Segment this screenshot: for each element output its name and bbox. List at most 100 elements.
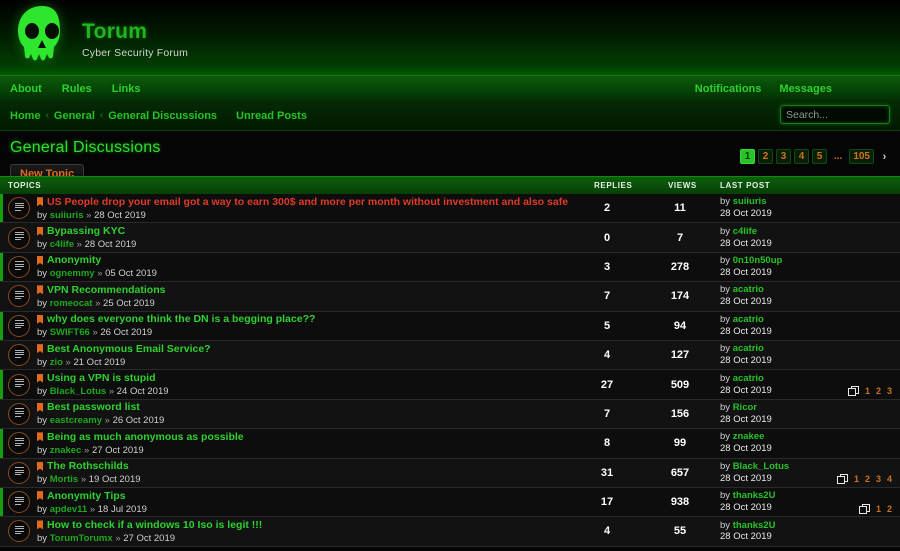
- table-row[interactable]: Using a VPN is stupid by Black_Lotus » 24…: [0, 370, 900, 400]
- table-row[interactable]: US People drop your email got a way to e…: [0, 194, 900, 224]
- topic-replies-count: 4: [603, 349, 611, 362]
- topic-title-link[interactable]: How to check if a windows 10 Iso is legi…: [47, 519, 262, 531]
- topic-views-count: 94: [673, 319, 687, 332]
- topic-lastpost: by c4life 28 Oct 2019: [720, 226, 890, 250]
- topic-title-link[interactable]: VPN Recommendations: [47, 284, 165, 296]
- bookmark-icon: [37, 197, 43, 207]
- bookmark-icon: [37, 491, 43, 501]
- table-row[interactable]: Best password list by eastcreamy » 26 Oct…: [0, 399, 900, 430]
- page-button-5[interactable]: 5: [811, 149, 827, 164]
- lastpost-author-link[interactable]: acatrio: [733, 284, 764, 295]
- table-row[interactable]: Best Anonymous Email Service? by zio » 21…: [0, 340, 900, 371]
- topic-replies-count: 17: [600, 496, 614, 509]
- bookmark-icon: [37, 461, 43, 471]
- table-row[interactable]: Anonymity Tips by apdev11 » 18 Jul 2019 1 2…: [0, 487, 900, 518]
- topic-views-count: 278: [670, 260, 690, 273]
- lastpost-author-link[interactable]: znakee: [733, 431, 765, 442]
- topic-lastpost: by acatrio 28 Oct 2019: [720, 343, 890, 367]
- topic-status-icon: [8, 491, 30, 514]
- topic-author-link[interactable]: romeocat: [50, 298, 93, 309]
- topic-author-link[interactable]: apdev11: [50, 504, 88, 515]
- lastpost-author-link[interactable]: 0n10n50up: [733, 255, 783, 266]
- table-row[interactable]: The Rothschilds by Mortis » 19 Oct 2019 1 2…: [0, 458, 900, 488]
- topic-author-link[interactable]: zio: [50, 357, 63, 368]
- topic-author-link[interactable]: TorumTorumx: [50, 533, 113, 544]
- page-button-last[interactable]: 105: [849, 149, 874, 164]
- breadcrumb-item-home[interactable]: Home: [10, 110, 41, 122]
- next-page-icon[interactable]: ›: [877, 149, 892, 164]
- lastpost-author-link[interactable]: c4life: [733, 226, 757, 237]
- table-header: TOPICS REPLIES VIEWS LAST POST: [0, 176, 900, 194]
- page-button-3[interactable]: 3: [775, 149, 791, 164]
- topic-title-link[interactable]: Being as much anonymous as possible: [47, 431, 244, 443]
- topic-replies-count: 8: [603, 437, 611, 450]
- topic-title-link[interactable]: Best password list: [47, 401, 140, 413]
- topic-title-link[interactable]: why does everyone think the DN is a begg…: [47, 313, 315, 325]
- lastpost-author-link[interactable]: acatrio: [733, 373, 764, 384]
- lastpost-author-link[interactable]: thanks2U: [733, 490, 776, 501]
- breadcrumb-separator: ‹: [99, 110, 104, 121]
- page-button-4[interactable]: 4: [793, 149, 809, 164]
- lastpost-author-link[interactable]: acatrio: [733, 314, 764, 325]
- topic-title-link[interactable]: Best Anonymous Email Service?: [47, 343, 211, 355]
- table-row[interactable]: Being as much anonymous as possible by zn…: [0, 429, 900, 459]
- topic-views-count: 174: [670, 290, 690, 303]
- topic-lastpost: by thanks2U 28 Oct 2019: [720, 490, 890, 514]
- topic-title-link[interactable]: Bypassing KYC: [47, 225, 125, 237]
- nav-link-messages[interactable]: Messages: [779, 83, 832, 95]
- lastpost-date: 28 Oct 2019: [720, 325, 772, 337]
- lastpost-date: 28 Oct 2019: [720, 443, 772, 455]
- lastpost-author-link[interactable]: suiiuris: [733, 196, 767, 207]
- topic-author-link[interactable]: Mortis: [50, 474, 79, 485]
- unread-posts-link[interactable]: Unread Posts: [236, 110, 307, 122]
- page-button-2[interactable]: 2: [757, 149, 773, 164]
- table-row[interactable]: why does everyone think the DN is a begg…: [0, 311, 900, 341]
- topic-title-link[interactable]: Anonymity Tips: [47, 490, 126, 502]
- search-box[interactable]: [780, 105, 890, 124]
- nav-link-rules[interactable]: Rules: [62, 83, 92, 95]
- topic-title-link[interactable]: Using a VPN is stupid: [47, 372, 156, 384]
- bookmark-icon: [37, 520, 43, 530]
- lastpost-author-link[interactable]: thanks2U: [733, 520, 776, 531]
- breadcrumb-separator: ‹: [45, 110, 49, 121]
- column-header-replies: REPLIES: [594, 181, 633, 190]
- topic-status-icon: [8, 344, 30, 367]
- topic-views-count: 509: [670, 378, 690, 391]
- table-row[interactable]: Bypassing KYC by c4life » 28 Oct 2019 0 7 by…: [0, 223, 900, 253]
- lastpost-date: 28 Oct 2019: [720, 355, 772, 367]
- topic-lastpost: by Ricor 28 Oct 2019: [720, 402, 890, 426]
- brand-title: Torum: [82, 20, 148, 43]
- breadcrumb: Home ‹ General ‹ General Discussions Unr…: [0, 110, 307, 122]
- nav-link-links[interactable]: Links: [112, 83, 141, 95]
- topic-author-link[interactable]: ognemmy: [50, 268, 95, 279]
- topic-author-link[interactable]: SWIFT66: [50, 327, 90, 338]
- nav-link-about[interactable]: About: [10, 83, 42, 95]
- table-row[interactable]: How to check if a windows 10 Iso is legi…: [0, 517, 900, 547]
- breadcrumb-item-general-discussions[interactable]: General Discussions: [108, 110, 217, 122]
- breadcrumb-item-general[interactable]: General: [54, 110, 95, 122]
- table-row[interactable]: VPN Recommendations by romeocat » 25 Oct …: [0, 282, 900, 312]
- topic-author-link[interactable]: suiiuris: [50, 210, 84, 221]
- topic-lastpost: by acatrio 28 Oct 2019: [720, 373, 890, 397]
- topic-views-count: 11: [674, 202, 686, 215]
- nav-link-notifications[interactable]: Notifications: [695, 83, 762, 95]
- topic-author-link[interactable]: eastcreamy: [50, 415, 102, 426]
- topic-author-link[interactable]: c4life: [50, 239, 74, 250]
- column-header-views: VIEWS: [668, 181, 697, 190]
- page-title-area: General Discussions New Topic 1 2 3 4 5 …: [0, 131, 900, 185]
- topic-author-link[interactable]: znakec: [50, 445, 82, 456]
- topic-title-link[interactable]: The Rothschilds: [47, 460, 129, 472]
- lastpost-author-link[interactable]: Black_Lotus: [733, 461, 790, 472]
- topic-title-link[interactable]: Anonymity: [47, 254, 101, 266]
- lastpost-author-link[interactable]: Ricor: [733, 402, 757, 413]
- topic-lastpost: by 0n10n50up 28 Oct 2019: [720, 255, 890, 279]
- topic-author-link[interactable]: Black_Lotus: [50, 386, 107, 397]
- lastpost-date: 28 Oct 2019: [720, 502, 772, 514]
- page-button-1[interactable]: 1: [739, 149, 755, 164]
- search-input[interactable]: [786, 108, 884, 121]
- topic-title-link[interactable]: US People drop your email got a way to e…: [47, 196, 568, 208]
- table-row[interactable]: Anonymity by ognemmy » 05 Oct 2019 3 278 by …: [0, 252, 900, 283]
- lastpost-author-link[interactable]: acatrio: [733, 343, 764, 354]
- topic-status-icon: [8, 285, 30, 308]
- topic-status-icon: [8, 520, 30, 543]
